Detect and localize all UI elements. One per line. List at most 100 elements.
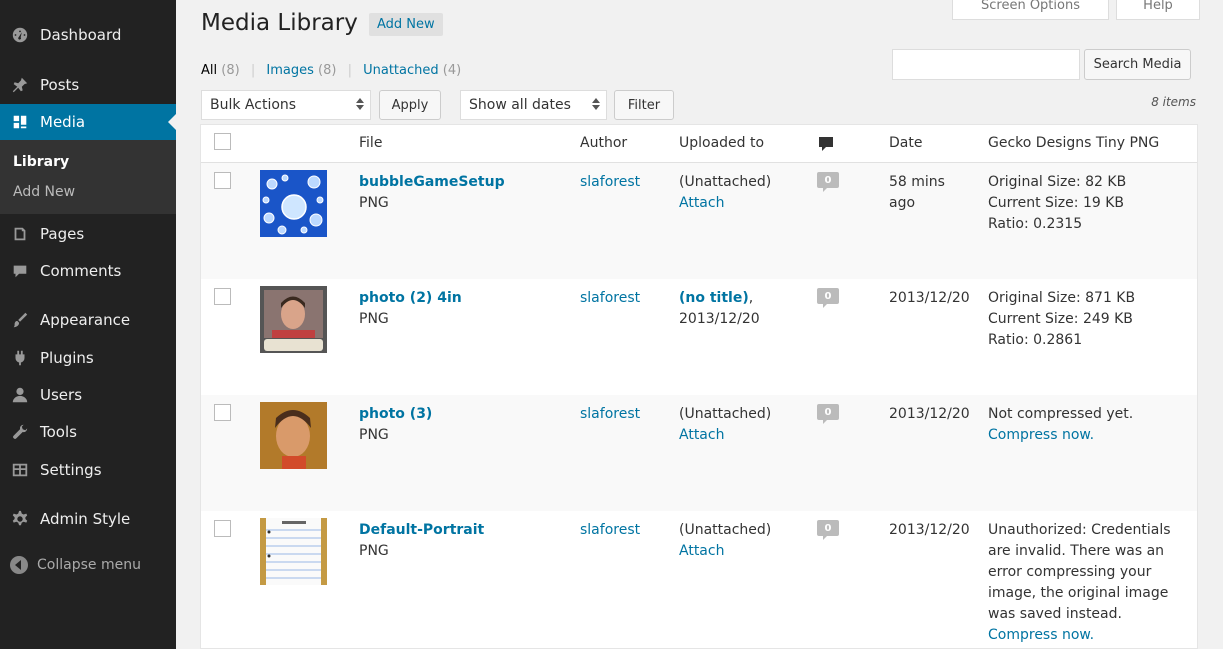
comment-count-badge[interactable]: 0	[817, 404, 839, 424]
tinypng-cell: Original Size: 82 KB Current Size: 19 KB…	[988, 172, 1126, 235]
uploaded-status: (Unattached)	[679, 406, 772, 422]
sidebar-item-label: Admin Style	[40, 510, 131, 528]
page-title: Media Library	[201, 10, 358, 36]
attach-link[interactable]: Attach	[679, 541, 771, 562]
sidebar-item-media[interactable]: Media	[0, 104, 176, 140]
uploaded-status: (Unattached)	[679, 522, 772, 538]
date-filter-select[interactable]: Show all dates	[460, 90, 607, 120]
author-link[interactable]: slaforest	[580, 172, 640, 193]
row-checkbox[interactable]	[214, 172, 231, 189]
filter-all-count: (8)	[221, 63, 240, 78]
sidebar-item-settings[interactable]: Settings	[0, 452, 176, 488]
file-info: photo (2) 4in PNG	[359, 288, 462, 330]
help-tab[interactable]: Help	[1116, 0, 1200, 20]
uploaded-to: (Unattached) Attach	[679, 172, 771, 214]
table-row: photo (3) PNG slaforest (Unattached) Att…	[201, 395, 1197, 511]
file-info: Default-Portrait PNG	[359, 520, 484, 562]
attach-link[interactable]: Attach	[679, 425, 771, 446]
file-type: PNG	[359, 543, 389, 559]
collapse-menu-button[interactable]: Collapse menu	[10, 556, 141, 574]
compress-now-link[interactable]: Compress now.	[988, 425, 1133, 446]
column-uploaded-to[interactable]: Uploaded to	[679, 135, 764, 151]
file-title-link[interactable]: photo (2) 4in	[359, 288, 462, 309]
admin-sidebar: Dashboard Posts Media Library Add New Pa…	[0, 0, 176, 649]
file-type: PNG	[359, 195, 389, 211]
date-cell: 2013/12/20	[889, 406, 970, 422]
comment-count-badge[interactable]: 0	[817, 520, 839, 540]
filter-images[interactable]: Images	[266, 63, 314, 78]
collapse-arrow-icon	[10, 556, 28, 574]
bulk-actions-select[interactable]: Bulk Actions	[201, 90, 371, 120]
add-new-button[interactable]: Add New	[369, 13, 443, 36]
uploaded-separator: ,	[748, 290, 754, 306]
date-cell: 58 mins ago	[889, 174, 945, 211]
current-size: Current Size: 249 KB	[988, 311, 1133, 327]
author-link[interactable]: slaforest	[580, 288, 640, 309]
filter-button[interactable]: Filter	[614, 90, 674, 120]
row-checkbox[interactable]	[214, 288, 231, 305]
sidebar-item-label: Media	[40, 113, 86, 131]
sidebar-item-pages[interactable]: Pages	[0, 216, 176, 252]
screen-options-tab[interactable]: Screen Options	[952, 0, 1109, 20]
current-size: Current Size: 19 KB	[988, 195, 1124, 211]
sidebar-item-plugins[interactable]: Plugins	[0, 340, 176, 376]
ratio: Ratio: 0.2861	[988, 332, 1083, 348]
filter-images-count: (8)	[318, 63, 337, 78]
original-size: Original Size: 871 KB	[988, 290, 1136, 306]
row-checkbox[interactable]	[214, 404, 231, 421]
apply-button[interactable]: Apply	[379, 90, 441, 120]
file-title-link[interactable]: photo (3)	[359, 404, 432, 425]
table-row: bubbleGameSetup PNG slaforest (Unattache…	[201, 163, 1197, 279]
filter-separator: |	[250, 63, 256, 78]
media-thumbnail[interactable]	[260, 170, 327, 237]
comments-icon	[10, 261, 30, 281]
sidebar-item-tools[interactable]: Tools	[0, 414, 176, 450]
filter-unattached[interactable]: Unattached	[363, 63, 439, 78]
ratio: Ratio: 0.2315	[988, 216, 1083, 232]
media-thumbnail[interactable]	[260, 518, 327, 585]
filter-all[interactable]: All	[201, 63, 217, 78]
uploaded-date: 2013/12/20	[679, 311, 760, 327]
date-filter-value: Show all dates	[469, 97, 571, 113]
sidebar-item-admin-style[interactable]: Admin Style	[0, 501, 176, 537]
author-link[interactable]: slaforest	[580, 520, 640, 541]
file-info: bubbleGameSetup PNG	[359, 172, 505, 214]
sidebar-item-dashboard[interactable]: Dashboard	[0, 17, 176, 53]
comment-count-badge[interactable]: 0	[817, 172, 839, 192]
file-type: PNG	[359, 427, 389, 443]
sidebar-item-label: Settings	[40, 461, 102, 479]
comments-column-icon[interactable]	[818, 136, 834, 156]
column-author: Author	[580, 135, 628, 151]
table-row: photo (2) 4in PNG slaforest (no title), …	[201, 279, 1197, 395]
media-thumbnail[interactable]	[260, 402, 327, 469]
dashboard-icon	[10, 25, 30, 45]
sidebar-item-label: Plugins	[40, 349, 94, 367]
plug-icon	[10, 348, 30, 368]
search-input[interactable]	[892, 49, 1080, 80]
attach-link[interactable]: Attach	[679, 193, 771, 214]
column-file[interactable]: File	[359, 135, 382, 151]
submenu-library[interactable]: Library	[13, 154, 69, 170]
sidebar-item-users[interactable]: Users	[0, 377, 176, 413]
parent-post-link[interactable]: (no title)	[679, 290, 749, 306]
author-link[interactable]: slaforest	[580, 404, 640, 425]
select-all-checkbox[interactable]	[214, 133, 231, 150]
file-title-link[interactable]: Default-Portrait	[359, 520, 484, 541]
search-media-button[interactable]: Search Media	[1084, 49, 1191, 80]
media-thumbnail[interactable]	[260, 286, 327, 353]
compression-status: Not compressed yet.	[988, 406, 1134, 422]
column-tinypng: Gecko Designs Tiny PNG	[988, 135, 1160, 151]
comment-count-badge[interactable]: 0	[817, 288, 839, 308]
submenu-add-new[interactable]: Add New	[13, 184, 75, 200]
date-cell: 2013/12/20	[889, 522, 970, 538]
row-checkbox[interactable]	[214, 520, 231, 537]
column-date[interactable]: Date	[889, 135, 922, 151]
file-title-link[interactable]: bubbleGameSetup	[359, 172, 505, 193]
sidebar-item-label: Tools	[40, 423, 77, 441]
media-table: File Author Uploaded to Date Gecko Desig…	[200, 124, 1198, 649]
media-filter-links: All (8) | Images (8) | Unattached (4)	[201, 63, 461, 78]
compress-now-link[interactable]: Compress now.	[988, 625, 1178, 646]
sidebar-item-appearance[interactable]: Appearance	[0, 302, 176, 338]
sidebar-item-posts[interactable]: Posts	[0, 67, 176, 103]
sidebar-item-comments[interactable]: Comments	[0, 253, 176, 289]
